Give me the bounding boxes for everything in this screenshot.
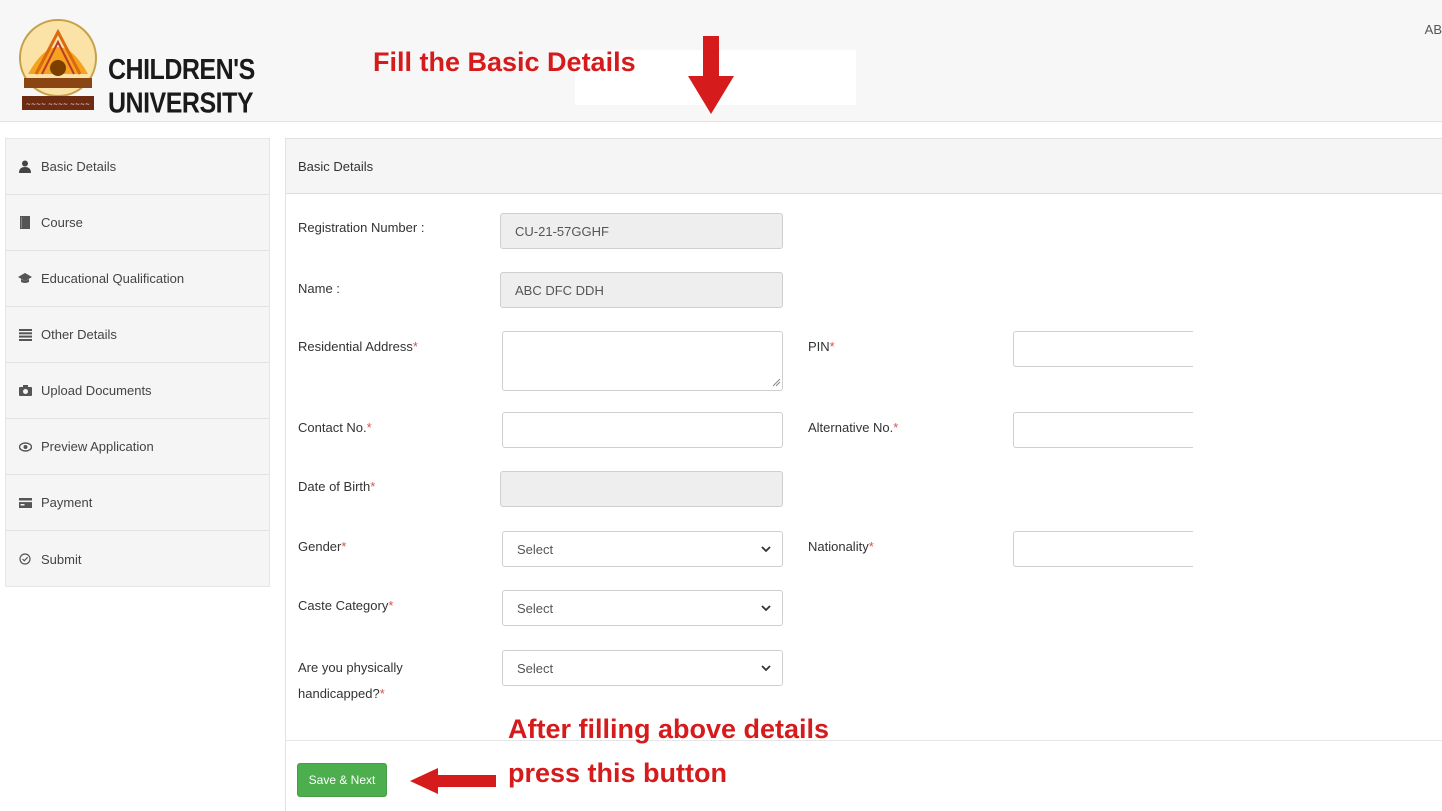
sidebar-item-label: Payment [41, 495, 93, 510]
sidebar-item-preview-application[interactable]: Preview Application [6, 419, 269, 475]
nationality-label: Nationality* [808, 535, 874, 559]
resize-grip-icon[interactable] [771, 377, 781, 387]
required-marker: * [366, 420, 372, 435]
sidebar-item-label: Submit [41, 551, 82, 567]
name-field: ABC DFC DDH [500, 272, 783, 308]
sidebar-item-label: Preview Application [41, 439, 154, 454]
sidebar-item-label: Upload Documents [41, 383, 152, 398]
chevron-down-icon [761, 665, 771, 672]
physically-handicapped-selected-value: Select [517, 660, 554, 676]
page-header: ~~~~ ~~~~ ~~~~ CHILDREN'S UNIVERSITY Fil… [0, 0, 1442, 122]
contact-no-input[interactable] [502, 412, 783, 448]
residential-address-textarea[interactable] [502, 331, 783, 391]
sidebar-item-basic-details[interactable]: Basic Details [6, 139, 269, 195]
physically-handicapped-select[interactable]: Select [502, 650, 783, 686]
university-emblem-icon: ~~~~ ~~~~ ~~~~ [19, 19, 97, 110]
required-marker: * [379, 686, 385, 701]
contact-no-label-text: Contact No. [298, 420, 367, 435]
chevron-down-icon [761, 605, 771, 612]
list-icon [18, 328, 32, 342]
date-of-birth-label-text: Date of Birth [298, 479, 371, 494]
credit-card-icon [18, 496, 32, 510]
physically-handicapped-label-line1: Are you physically [298, 660, 403, 675]
logo-text: CHILDREN'S UNIVERSITY [108, 53, 255, 120]
form-divider [285, 740, 1442, 741]
required-marker: * [868, 539, 874, 554]
physically-handicapped-label: Are you physically handicapped?* [298, 655, 403, 707]
alternative-no-label-text: Alternative No. [808, 420, 894, 435]
button-instruction-annotation: After filling above details press this b… [508, 707, 829, 795]
sidebar-item-label: Basic Details [41, 159, 117, 174]
sidebar-item-upload-documents[interactable]: Upload Documents [6, 363, 269, 419]
pin-label: PIN* [808, 335, 835, 359]
panel-heading: Basic Details [286, 139, 1442, 194]
registration-number-label: Registration Number : [298, 220, 425, 235]
required-marker: * [388, 598, 394, 613]
caste-category-label: Caste Category* [298, 594, 393, 618]
residential-address-label-text: Residential Address [298, 339, 413, 354]
arrow-left-icon [410, 768, 496, 794]
sidebar-item-educational-qualification[interactable]: Educational Qualification [6, 251, 269, 307]
sidebar-item-label: Educational Qualification [41, 271, 185, 286]
alternative-no-label: Alternative No.* [808, 416, 898, 440]
book-icon [18, 216, 32, 230]
caste-category-select[interactable]: Select [502, 590, 783, 626]
sidebar-item-course[interactable]: Course [6, 195, 269, 251]
sidebar-item-submit[interactable]: Submit [6, 531, 269, 587]
check-circle-icon [18, 552, 32, 566]
eye-icon [18, 440, 32, 454]
chevron-down-icon [761, 546, 771, 553]
name-label: Name : [298, 281, 340, 296]
required-marker: * [893, 420, 899, 435]
svg-text:~~~~ ~~~~ ~~~~: ~~~~ ~~~~ ~~~~ [26, 101, 90, 108]
sidebar-item-label: Other Details [41, 327, 117, 342]
date-of-birth-label: Date of Birth* [298, 475, 375, 499]
sidebar-item-label: Course [41, 215, 83, 230]
annotation-line2: press this button [508, 758, 728, 788]
graduation-cap-icon [18, 272, 32, 286]
nationality-label-text: Nationality [808, 539, 869, 554]
camera-icon [18, 384, 32, 398]
sidebar-item-other-details[interactable]: Other Details [6, 307, 269, 363]
arrow-down-icon [688, 36, 734, 114]
residential-address-label: Residential Address* [298, 335, 418, 359]
gender-label: Gender* [298, 535, 346, 559]
registration-number-field: CU-21-57GGHF [500, 213, 783, 249]
sidebar: Basic Details Course Educational Qualifi… [5, 138, 270, 587]
caste-category-selected-value: Select [517, 600, 554, 616]
instruction-annotation: Fill the Basic Details [373, 47, 636, 77]
required-marker: * [341, 539, 347, 554]
required-marker: * [412, 339, 418, 354]
caste-category-label-text: Caste Category [298, 598, 389, 613]
pin-input[interactable] [1013, 331, 1193, 367]
basic-details-panel: Basic Details [285, 138, 1442, 811]
annotation-line1: After filling above details [508, 714, 830, 744]
user-initials[interactable]: AB [1425, 22, 1442, 37]
required-marker: * [370, 479, 376, 494]
pin-label-text: PIN [808, 339, 830, 354]
contact-no-label: Contact No.* [298, 416, 372, 440]
physically-handicapped-label-line2: handicapped? [298, 686, 380, 701]
logo[interactable]: ~~~~ ~~~~ ~~~~ CHILDREN'S UNIVERSITY [12, 14, 332, 119]
required-marker: * [829, 339, 835, 354]
gender-selected-value: Select [517, 541, 554, 557]
user-icon [18, 160, 32, 174]
date-of-birth-input[interactable] [500, 471, 783, 507]
sidebar-item-payment[interactable]: Payment [6, 475, 269, 531]
save-next-button[interactable]: Save & Next [297, 763, 387, 797]
gender-select[interactable]: Select [502, 531, 783, 567]
alternative-no-input[interactable] [1013, 412, 1193, 448]
gender-label-text: Gender [298, 539, 342, 554]
nationality-input[interactable] [1013, 531, 1193, 567]
